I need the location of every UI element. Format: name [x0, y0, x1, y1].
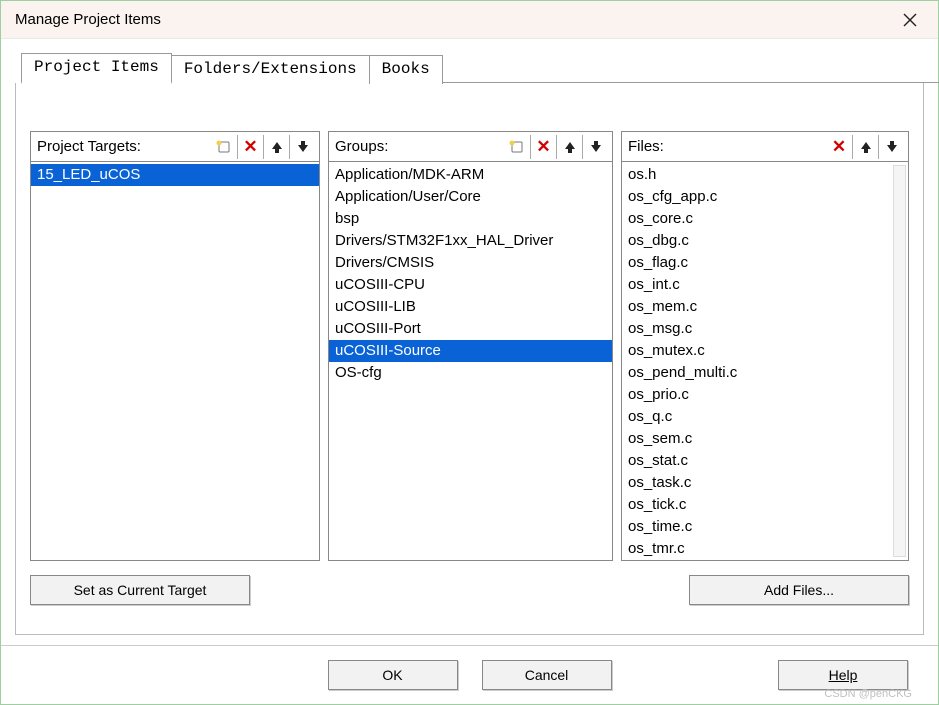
files-delete-button[interactable]: ✕: [826, 135, 852, 159]
arrow-up-icon: [859, 140, 873, 154]
close-button[interactable]: [894, 6, 926, 34]
arrow-down-icon: [296, 140, 310, 154]
add-files-button[interactable]: Add Files...: [689, 575, 909, 605]
groups-list-item[interactable]: uCOSIII-CPU: [329, 274, 612, 296]
tab-books[interactable]: Books: [369, 55, 443, 84]
groups-list-item[interactable]: Drivers/CMSIS: [329, 252, 612, 274]
files-list-item[interactable]: os.h: [622, 164, 908, 186]
files-list-item[interactable]: os_msg.c: [622, 318, 908, 340]
new-icon: [216, 140, 232, 154]
files-scrollbar[interactable]: [893, 165, 906, 557]
arrow-up-icon: [270, 140, 284, 154]
groups-listbox[interactable]: Application/MDK-ARMApplication/User/Core…: [329, 162, 612, 560]
delete-icon: ✕: [536, 137, 550, 157]
files-label: Files:: [628, 138, 822, 155]
files-list-item[interactable]: os_cfg_app.c: [622, 186, 908, 208]
groups-list-item[interactable]: Application/MDK-ARM: [329, 164, 612, 186]
groups-header: Groups: ✕: [329, 132, 612, 162]
files-list-item[interactable]: os_pend_multi.c: [622, 362, 908, 384]
groups-list-item[interactable]: OS-cfg: [329, 362, 612, 384]
files-list-item[interactable]: os_mutex.c: [622, 340, 908, 362]
files-list-item[interactable]: os_stat.c: [622, 450, 908, 472]
files-list-item[interactable]: os_int.c: [622, 274, 908, 296]
files-down-button[interactable]: [878, 135, 904, 159]
groups-delete-button[interactable]: ✕: [530, 135, 556, 159]
ok-button[interactable]: OK: [328, 660, 458, 690]
close-icon: [903, 13, 917, 27]
delete-icon: ✕: [832, 137, 846, 157]
files-list-item[interactable]: os_tick.c: [622, 494, 908, 516]
files-list-item[interactable]: os_time.c: [622, 516, 908, 538]
tab-panel: Project Targets: ✕: [15, 83, 924, 635]
files-list-item[interactable]: os_tmr.c: [622, 538, 908, 560]
tab-project-items[interactable]: Project Items: [21, 53, 172, 84]
files-list-item[interactable]: os_dbg.c: [622, 230, 908, 252]
dialog-window: Manage Project Items Project Items Folde…: [0, 0, 939, 705]
groups-list-item[interactable]: bsp: [329, 208, 612, 230]
targets-column: Project Targets: ✕: [30, 131, 320, 561]
new-icon: [509, 140, 525, 154]
help-button[interactable]: Help: [778, 660, 908, 690]
files-up-button[interactable]: [852, 135, 878, 159]
files-list-item[interactable]: os_task.c: [622, 472, 908, 494]
targets-list-item[interactable]: 15_LED_uCOS: [31, 164, 319, 186]
files-list-item[interactable]: os_q.c: [622, 406, 908, 428]
groups-list-item[interactable]: uCOSIII-Source: [329, 340, 612, 362]
targets-label: Project Targets:: [37, 138, 207, 155]
title-bar: Manage Project Items: [1, 1, 938, 39]
targets-new-button[interactable]: [211, 135, 237, 159]
files-column: Files: ✕ os.hos_cfg_app.cos_: [621, 131, 909, 561]
dialog-button-row: OK Cancel Help CSDN @penCKG: [1, 645, 938, 704]
groups-list-item[interactable]: uCOSIII-Port: [329, 318, 612, 340]
arrow-down-icon: [885, 140, 899, 154]
groups-new-button[interactable]: [504, 135, 530, 159]
groups-list-item[interactable]: uCOSIII-LIB: [329, 296, 612, 318]
set-current-target-button[interactable]: Set as Current Target: [30, 575, 250, 605]
files-list-item[interactable]: os_flag.c: [622, 252, 908, 274]
groups-column: Groups: ✕: [328, 131, 613, 561]
files-list-item[interactable]: os_prio.c: [622, 384, 908, 406]
groups-label: Groups:: [335, 138, 500, 155]
targets-listbox[interactable]: 15_LED_uCOS: [31, 162, 319, 560]
targets-delete-button[interactable]: ✕: [237, 135, 263, 159]
files-list-item[interactable]: os_core.c: [622, 208, 908, 230]
groups-up-button[interactable]: [556, 135, 582, 159]
groups-down-button[interactable]: [582, 135, 608, 159]
arrow-up-icon: [563, 140, 577, 154]
files-list-item[interactable]: os_mem.c: [622, 296, 908, 318]
targets-up-button[interactable]: [263, 135, 289, 159]
delete-icon: ✕: [243, 137, 257, 157]
under-panels-row: Set as Current Target Add Files...: [30, 575, 909, 605]
groups-list-item[interactable]: Drivers/STM32F1xx_HAL_Driver: [329, 230, 612, 252]
tab-strip: Project Items Folders/Extensions Books: [21, 53, 938, 83]
files-list-item[interactable]: os_sem.c: [622, 428, 908, 450]
groups-list-item[interactable]: Application/User/Core: [329, 186, 612, 208]
watermark-text: CSDN @penCKG: [824, 688, 912, 700]
dialog-title: Manage Project Items: [15, 11, 161, 28]
three-panels: Project Targets: ✕: [30, 131, 909, 561]
targets-header: Project Targets: ✕: [31, 132, 319, 162]
cancel-button[interactable]: Cancel: [482, 660, 612, 690]
tab-folders-extensions[interactable]: Folders/Extensions: [171, 55, 370, 84]
files-header: Files: ✕: [622, 132, 908, 162]
targets-down-button[interactable]: [289, 135, 315, 159]
files-listbox[interactable]: os.hos_cfg_app.cos_core.cos_dbg.cos_flag…: [622, 162, 908, 560]
arrow-down-icon: [589, 140, 603, 154]
